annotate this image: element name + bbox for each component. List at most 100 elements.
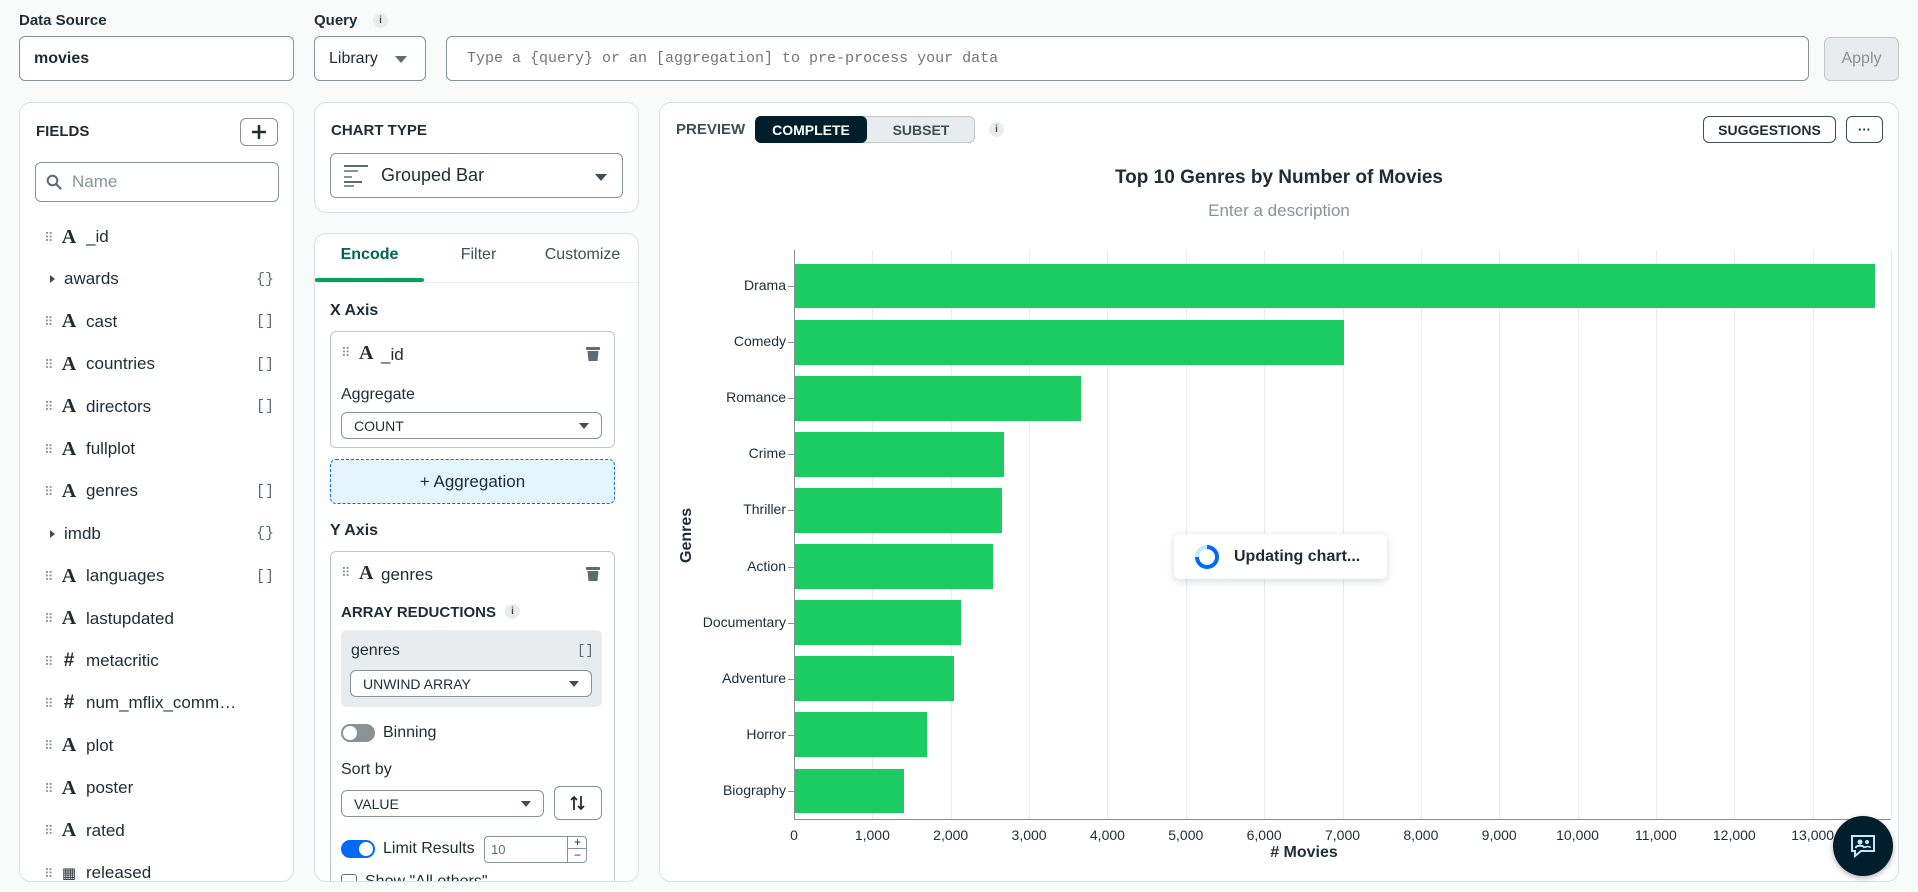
preview-panel: PREVIEW COMPLETE SUBSET i SUGGESTIONS ··…: [659, 102, 1899, 882]
gridline: [1734, 250, 1736, 819]
field-item[interactable]: ⠿ # metacritic: [44, 646, 274, 676]
field-item[interactable]: imdb {}: [44, 519, 274, 549]
encode-panel: Encode Filter Customize X Axis ⠿ A _id A…: [314, 233, 639, 882]
bar-adventure[interactable]: [795, 656, 955, 702]
show-all-others-checkbox[interactable]: [341, 874, 357, 881]
bar-comedy[interactable]: [795, 319, 1345, 365]
drag-handle-icon[interactable]: ⠿: [341, 565, 351, 581]
string-type-icon: A: [61, 395, 77, 418]
field-type-badge: []: [255, 355, 274, 373]
decrement-icon[interactable]: −: [568, 849, 587, 862]
data-source-input[interactable]: movies: [19, 36, 294, 81]
field-item[interactable]: ⠿ Aplot: [44, 731, 274, 761]
aggregate-select[interactable]: COUNT: [341, 412, 602, 439]
drag-handle-icon[interactable]: ⠿: [44, 739, 58, 752]
expand-caret-icon[interactable]: [50, 275, 55, 284]
drag-handle-icon[interactable]: ⠿: [44, 697, 58, 710]
bar-thriller[interactable]: [795, 488, 1003, 533]
info-icon[interactable]: i: [373, 13, 388, 28]
sort-by-select[interactable]: VALUE: [341, 790, 544, 817]
field-item[interactable]: ⠿ Aposter: [44, 773, 274, 803]
limit-results-label: Limit Results: [383, 840, 475, 857]
field-name: cast: [86, 311, 118, 331]
gridline: [1655, 250, 1657, 819]
field-item[interactable]: ⠿ Afullplot: [44, 434, 274, 464]
tab-filter[interactable]: Filter: [424, 246, 533, 264]
sort-by-value: VALUE: [354, 795, 399, 812]
bar-biography[interactable]: [795, 768, 904, 814]
tab-customize[interactable]: Customize: [525, 246, 638, 264]
calendar-icon: ▦: [61, 865, 77, 882]
apply-button[interactable]: Apply: [1824, 37, 1899, 81]
library-button[interactable]: Library: [314, 36, 426, 81]
gridline: [1577, 250, 1579, 819]
bar-chart: 0 1,000 2,000 3,000 4,000 5,000 6,000 7,000 8,00…: [660, 103, 1898, 881]
drag-handle-icon[interactable]: ⠿: [44, 782, 58, 795]
add-aggregation-button[interactable]: + Aggregation: [330, 459, 615, 504]
tab-encode[interactable]: Encode: [315, 246, 424, 264]
bar-romance[interactable]: [795, 375, 1082, 421]
help-chat-button[interactable]: [1833, 816, 1893, 876]
limit-stepper[interactable]: + −: [567, 836, 587, 863]
reduction-value: UNWIND ARRAY: [363, 675, 471, 692]
fields-search[interactable]: Name: [35, 162, 279, 202]
field-type-badge: {}: [255, 270, 274, 288]
drag-handle-icon[interactable]: ⠿: [44, 400, 58, 413]
bar-action[interactable]: [795, 544, 993, 589]
drag-handle-icon[interactable]: ⠿: [44, 612, 58, 625]
y-tick-mark: [788, 566, 794, 568]
drag-handle-icon[interactable]: ⠿: [44, 315, 58, 328]
chart-type-select[interactable]: Grouped Bar: [330, 153, 623, 198]
trash-icon[interactable]: [586, 346, 600, 362]
x-tick-label: 0: [790, 827, 798, 843]
info-icon[interactable]: i: [505, 604, 520, 619]
drag-handle-icon[interactable]: ⠿: [44, 443, 58, 456]
expand-caret-icon[interactable]: [50, 529, 55, 538]
string-type-icon: A: [359, 342, 374, 364]
field-item[interactable]: ⠿ Alanguages []: [44, 561, 274, 591]
bar-documentary[interactable]: [795, 600, 961, 646]
drag-handle-icon[interactable]: ⠿: [44, 867, 58, 880]
bar-crime[interactable]: [795, 431, 1004, 477]
field-name: released: [86, 863, 152, 882]
field-item[interactable]: ⠿ A _id: [44, 222, 274, 252]
number-type-icon: #: [63, 692, 75, 714]
drag-handle-icon[interactable]: ⠿: [44, 655, 58, 668]
field-item[interactable]: ⠿ Agenres []: [44, 476, 274, 506]
y-tick-mark: [788, 790, 794, 792]
apply-label: Apply: [1841, 50, 1882, 67]
drag-handle-icon[interactable]: ⠿: [44, 570, 58, 583]
add-field-button[interactable]: [240, 118, 278, 146]
field-item[interactable]: awards {}: [44, 264, 274, 294]
field-item[interactable]: ⠿ # num_mflix_comments: [44, 688, 274, 718]
limit-results-toggle[interactable]: [341, 840, 375, 858]
field-item[interactable]: ⠿ ▦ released: [44, 858, 274, 888]
field-item[interactable]: ⠿ Acast []: [44, 307, 274, 337]
field-item[interactable]: ⠿ Arated: [44, 816, 274, 846]
field-item[interactable]: ⠿ Acountries []: [44, 349, 274, 379]
x-tick-label: 6,000: [1246, 827, 1282, 843]
field-item[interactable]: ⠿ Adirectors []: [44, 392, 274, 422]
chart-type-panel: CHART TYPE Grouped Bar: [314, 102, 639, 213]
binning-toggle[interactable]: [341, 724, 375, 742]
query-input[interactable]: [446, 36, 1809, 81]
drag-handle-icon[interactable]: ⠿: [44, 824, 58, 837]
drag-handle-icon[interactable]: ⠿: [44, 358, 58, 371]
field-item[interactable]: ⠿ Alastupdated: [44, 604, 274, 634]
drag-handle-icon[interactable]: ⠿: [341, 345, 351, 361]
bar-drama[interactable]: [795, 263, 1875, 309]
field-name: _id: [86, 227, 109, 246]
reduction-select[interactable]: UNWIND ARRAY: [350, 670, 592, 697]
drag-handle-icon[interactable]: ⠿: [44, 485, 58, 498]
bar-horror[interactable]: [795, 712, 928, 758]
field-name: directors: [86, 396, 152, 416]
field-name: lastupdated: [86, 608, 174, 628]
field-name: imdb: [64, 523, 101, 543]
trash-icon[interactable]: [586, 566, 600, 582]
string-type-icon: A: [61, 776, 77, 799]
string-type-icon: A: [61, 352, 77, 375]
x-tick-label: 10,000: [1556, 827, 1599, 843]
x-axis-field: _id: [381, 345, 404, 364]
sort-direction-button[interactable]: [554, 786, 602, 820]
drag-handle-icon[interactable]: ⠿: [44, 231, 58, 244]
